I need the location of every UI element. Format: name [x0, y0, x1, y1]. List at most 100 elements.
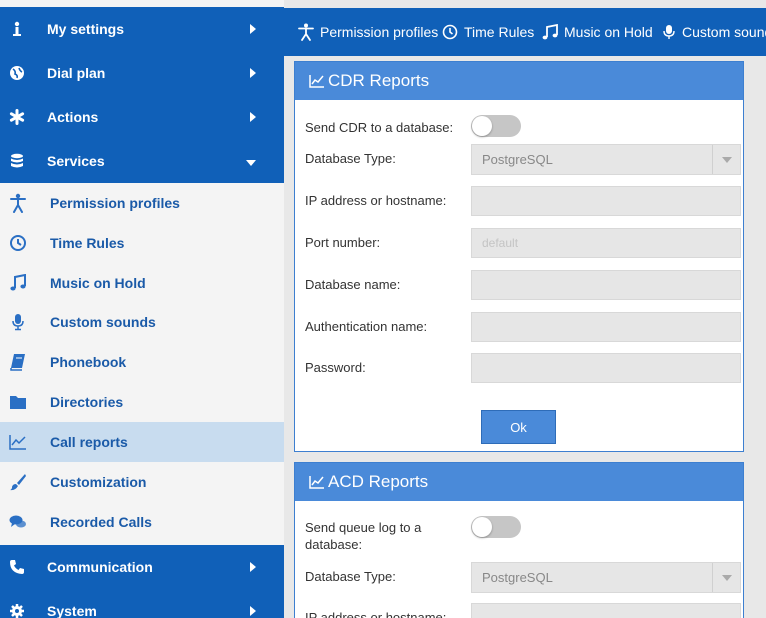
- chevron-down-icon: [246, 153, 256, 169]
- panel-header: ACD Reports: [295, 463, 743, 501]
- sidebar-item-label: Services: [47, 153, 105, 169]
- auth-name-label: Authentication name:: [305, 319, 428, 334]
- sidebar-item-actions[interactable]: Actions: [0, 95, 284, 139]
- chevron-down-icon: [712, 563, 740, 592]
- sidebar-item-label: Customization: [50, 474, 147, 490]
- port-number-input[interactable]: default: [471, 228, 741, 258]
- db-type-value: PostgreSQL: [482, 152, 553, 167]
- sidebar-item-recorded-calls[interactable]: Recorded Calls: [0, 502, 284, 542]
- sidebar-item-label: Custom sounds: [50, 314, 156, 330]
- chevron-right-icon: [250, 559, 256, 575]
- sidebar-item-label: Communication: [47, 559, 153, 575]
- send-queue-log-toggle[interactable]: [471, 516, 521, 538]
- password-label: Password:: [305, 360, 366, 375]
- sidebar-item-phonebook[interactable]: Phonebook: [0, 342, 284, 382]
- sidebar-item-dial-plan[interactable]: Dial plan: [0, 51, 284, 95]
- db-type-select[interactable]: PostgreSQL: [471, 144, 741, 175]
- send-queue-log-label: Send queue log to a database:: [305, 520, 422, 552]
- ip-address-label: IP address or hostname:: [305, 193, 447, 208]
- topnav-custom-sounds[interactable]: Custom sounds: [662, 8, 766, 56]
- db-type-label: Database Type:: [305, 569, 396, 584]
- music-note-icon: [8, 273, 28, 293]
- brush-icon: [8, 472, 28, 492]
- chart-line-icon: [8, 432, 28, 452]
- password-input[interactable]: [471, 353, 741, 383]
- sidebar-item-services[interactable]: Services: [0, 139, 284, 183]
- toggle-knob: [472, 116, 492, 136]
- toggle-knob: [472, 517, 492, 537]
- port-number-label: Port number:: [305, 235, 381, 250]
- panel-title: CDR Reports: [328, 71, 430, 90]
- sidebar-item-communication[interactable]: Communication: [0, 545, 284, 589]
- chevron-right-icon: [250, 21, 256, 37]
- sidebar-item-call-reports[interactable]: Call reports: [0, 422, 284, 462]
- database-name-input[interactable]: [471, 270, 741, 300]
- chat-bubbles-icon: [8, 512, 28, 532]
- sidebar-item-time-rules[interactable]: Time Rules: [0, 223, 284, 263]
- sidebar-item-label: Permission profiles: [50, 195, 180, 211]
- sidebar-item-customization[interactable]: Customization: [0, 462, 284, 502]
- ip-address-label: IP address or hostname:: [305, 610, 447, 618]
- auth-name-input[interactable]: [471, 312, 741, 342]
- ip-address-input[interactable]: [471, 186, 741, 216]
- ip-address-input[interactable]: [471, 603, 741, 618]
- database-name-label: Database name:: [305, 277, 401, 292]
- chevron-right-icon: [250, 65, 256, 81]
- db-type-label: Database Type:: [305, 151, 396, 166]
- panel-header: CDR Reports: [295, 62, 743, 100]
- sidebar-item-my-settings[interactable]: My settings: [0, 7, 284, 51]
- topnav-time-rules[interactable]: Time Rules: [442, 8, 534, 56]
- sidebar-item-label: Dial plan: [47, 65, 106, 81]
- acd-reports-panel: ACD Reports Send queue log to a database…: [294, 462, 744, 618]
- db-type-select[interactable]: PostgreSQL: [471, 562, 741, 593]
- sidebar-item-label: Music on Hold: [50, 275, 146, 291]
- sidebar-item-label: Actions: [47, 109, 99, 125]
- chevron-right-icon: [250, 603, 256, 618]
- sidebar-item-permission-profiles[interactable]: Permission profiles: [0, 183, 284, 223]
- chart-line-icon: [309, 476, 324, 489]
- sidebar-item-label: Recorded Calls: [50, 514, 152, 530]
- sidebar-item-label: Phonebook: [50, 354, 127, 370]
- chart-line-icon: [309, 75, 324, 88]
- sidebar-item-label: System: [47, 603, 97, 618]
- topnav-music-on-hold[interactable]: Music on Hold: [542, 8, 653, 56]
- panel-title: ACD Reports: [328, 472, 429, 491]
- topnav-permission-profiles[interactable]: Permission profiles: [298, 8, 438, 56]
- cdr-reports-panel: CDR Reports Send CDR to a database: Data…: [294, 61, 744, 452]
- sidebar-item-system[interactable]: System: [0, 589, 284, 618]
- top-nav-bar: Permission profiles Time Rules Music on …: [284, 8, 766, 56]
- music-note-icon: [542, 23, 558, 39]
- database-icon: [8, 152, 26, 170]
- info-icon: [8, 20, 26, 38]
- topnav-label: Permission profiles: [320, 24, 439, 40]
- accessibility-icon: [298, 23, 314, 41]
- accessibility-icon: [8, 193, 28, 213]
- send-cdr-toggle[interactable]: [471, 115, 521, 137]
- globe-icon: [8, 64, 26, 82]
- sidebar-item-directories[interactable]: Directories: [0, 382, 284, 422]
- topnav-label: Time Rules: [464, 24, 535, 40]
- microphone-icon: [8, 312, 28, 332]
- clock-icon: [8, 233, 28, 253]
- gear-icon: [8, 602, 26, 618]
- sidebar-item-music-on-hold[interactable]: Music on Hold: [0, 263, 284, 303]
- sidebar-item-label: My settings: [47, 21, 125, 37]
- microphone-icon: [663, 24, 675, 39]
- sidebar-item-label: Directories: [50, 394, 124, 410]
- sidebar-item-custom-sounds[interactable]: Custom sounds: [0, 302, 284, 342]
- sidebar: My settings Dial plan Actions Services P…: [0, 0, 284, 618]
- db-type-value: PostgreSQL: [482, 570, 553, 585]
- chevron-down-icon: [712, 145, 740, 174]
- topnav-label: Music on Hold: [564, 24, 653, 40]
- sidebar-item-label: Call reports: [50, 434, 128, 450]
- send-cdr-label: Send CDR to a database:: [305, 120, 454, 135]
- folder-icon: [8, 392, 28, 412]
- topnav-label: Custom sounds: [682, 24, 766, 40]
- book-icon: [8, 352, 28, 372]
- sidebar-item-label: Time Rules: [50, 235, 125, 251]
- phone-icon: [8, 558, 26, 576]
- ok-button[interactable]: Ok: [481, 410, 556, 444]
- chevron-right-icon: [250, 109, 256, 125]
- asterisk-icon: [8, 108, 26, 126]
- clock-icon: [442, 24, 458, 40]
